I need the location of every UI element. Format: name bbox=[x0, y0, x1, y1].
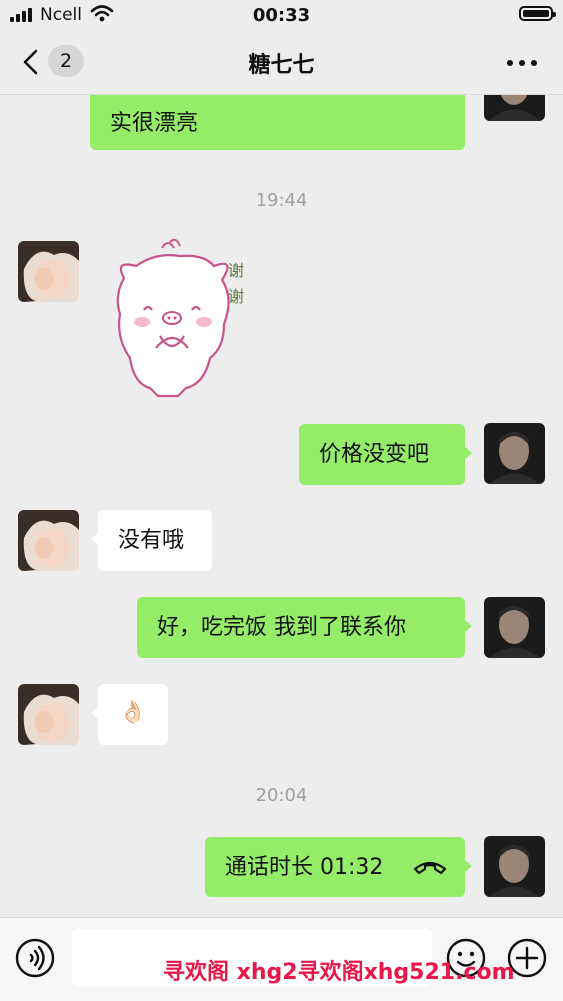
voice-icon[interactable] bbox=[15, 938, 55, 978]
timestamp: 19:44 bbox=[255, 190, 308, 211]
avatar-self[interactable] bbox=[484, 836, 545, 897]
message-list[interactable]: 实很漂亮 19:44 谢谢 价格没变吧 没有哦 好，吃完饭 我到了联系你 👌🏻 … bbox=[0, 95, 563, 917]
watermark: 寻欢阁 xhg2寻欢阁xhg521.com bbox=[163, 960, 515, 985]
battery-icon bbox=[519, 6, 556, 21]
message-text: 实很漂亮 bbox=[110, 111, 199, 136]
message-text: 没有哦 bbox=[118, 528, 185, 553]
message-bubble-sent[interactable]: 实很漂亮 bbox=[90, 95, 472, 150]
chat-header: 2 糖七七 bbox=[0, 30, 563, 95]
status-bar: Ncell 00:33 bbox=[0, 0, 563, 30]
message-bubble-received[interactable]: 没有哦 bbox=[91, 510, 212, 571]
hangup-icon bbox=[413, 861, 447, 875]
message-bubble-received[interactable]: 👌🏻 bbox=[91, 684, 168, 745]
message-text: 好，吃完饭 我到了联系你 bbox=[157, 615, 406, 640]
avatar-self[interactable] bbox=[484, 423, 545, 484]
avatar-contact[interactable] bbox=[18, 510, 79, 571]
avatar-contact[interactable] bbox=[18, 241, 79, 302]
message-bubble-sent[interactable]: 价格没变吧 bbox=[299, 424, 472, 485]
more-icon[interactable] bbox=[507, 60, 537, 66]
timestamp: 20:04 bbox=[255, 785, 308, 806]
message-bubble-sent[interactable]: 好，吃完饭 我到了联系你 bbox=[137, 597, 472, 658]
ok-hand-emoji: 👌🏻 bbox=[119, 700, 147, 725]
clock: 00:33 bbox=[252, 5, 311, 26]
call-record-bubble[interactable]: 通话时长 01:32 bbox=[205, 837, 472, 897]
avatar-self[interactable] bbox=[484, 95, 545, 121]
avatar-self[interactable] bbox=[484, 597, 545, 658]
chat-title: 糖七七 bbox=[248, 53, 315, 78]
message-text: 价格没变吧 bbox=[319, 442, 430, 467]
avatar-contact[interactable] bbox=[18, 684, 79, 745]
call-duration-text: 通话时长 01:32 bbox=[225, 855, 384, 880]
sticker-caption: 谢谢 bbox=[228, 261, 245, 306]
